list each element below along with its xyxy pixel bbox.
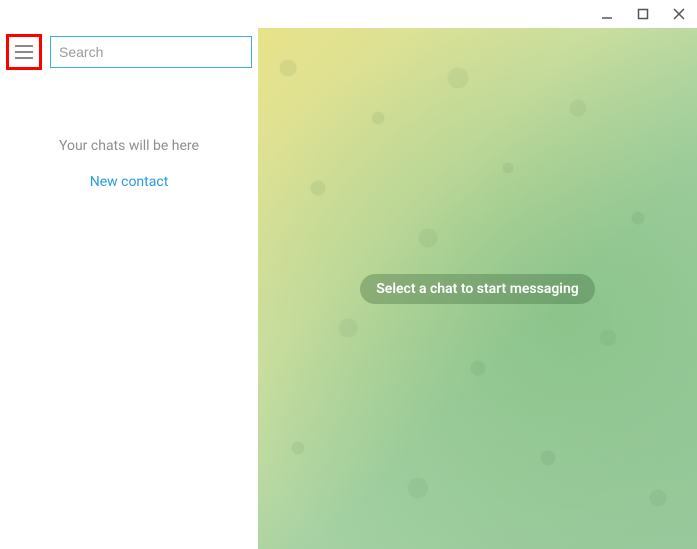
minimize-button[interactable] — [595, 2, 619, 26]
titlebar — [0, 0, 697, 28]
hamburger-icon — [14, 44, 34, 60]
search-container[interactable] — [50, 36, 252, 68]
chat-placeholder-pill: Select a chat to start messaging — [360, 274, 594, 304]
app-container: Your chats will be here New contact Sele… — [0, 28, 697, 549]
maximize-button[interactable] — [631, 2, 655, 26]
search-input[interactable] — [59, 44, 243, 60]
empty-chats-state: Your chats will be here New contact — [0, 138, 258, 190]
sidebar-header — [0, 28, 258, 76]
sidebar: Your chats will be here New contact — [0, 28, 258, 549]
close-button[interactable] — [667, 2, 691, 26]
chat-area: Select a chat to start messaging — [258, 28, 697, 549]
new-contact-link[interactable]: New contact — [90, 174, 169, 190]
empty-chats-message: Your chats will be here — [0, 138, 258, 154]
menu-button[interactable] — [6, 34, 42, 70]
